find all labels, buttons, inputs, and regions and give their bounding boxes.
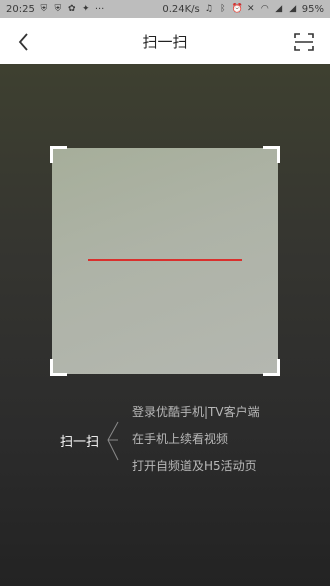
bracket-icon bbox=[107, 421, 119, 461]
camera-view: 扫一扫 登录优酷手机|TV客户端 在手机上续看视频 打开自频道及H5活动页 bbox=[0, 64, 330, 586]
scan-image-button[interactable] bbox=[292, 30, 316, 54]
hint-item: 登录优酷手机|TV客户端 bbox=[132, 405, 260, 419]
chevron-left-icon bbox=[18, 33, 28, 51]
frame-corner bbox=[263, 146, 280, 163]
more-notifications: ··· bbox=[94, 3, 105, 15]
page-title: 扫一扫 bbox=[142, 32, 188, 51]
shield-icon: ⛨ bbox=[40, 4, 48, 14]
frame-corner bbox=[50, 146, 67, 163]
status-bar: 20:25 ⛨ ⛨ ✿ ✦ ··· 0.24K/s ♫ ᛒ ⏰ ✕ ◠ ◢ ◢ … bbox=[0, 0, 330, 18]
back-button[interactable] bbox=[12, 30, 36, 54]
hint-label: 扫一扫 bbox=[60, 435, 100, 450]
wifi-icon: ◠ bbox=[260, 4, 269, 14]
battery-level: 95% bbox=[301, 3, 324, 15]
network-speed: 0.24K/s bbox=[162, 3, 200, 15]
nav-bar: 扫一扫 bbox=[0, 18, 330, 64]
alarm-icon: ⏰ bbox=[231, 4, 243, 14]
signal-icon: ◢ bbox=[275, 4, 283, 14]
signal-icon: ◢ bbox=[289, 4, 297, 14]
headphones-icon: ♫ bbox=[204, 4, 213, 14]
status-time: 20:25 bbox=[6, 3, 35, 15]
scan-frame bbox=[50, 146, 280, 376]
colorful-app-icon: ✦ bbox=[82, 4, 90, 14]
scan-icon bbox=[294, 33, 314, 51]
mute-icon: ✕ bbox=[246, 4, 255, 14]
hint-item: 在手机上续看视频 bbox=[132, 432, 229, 446]
scan-line bbox=[88, 259, 242, 261]
app-icon: ✿ bbox=[68, 4, 76, 14]
bluetooth-icon: ᛒ bbox=[220, 4, 226, 14]
hint-item: 打开自频道及H5活动页 bbox=[132, 459, 257, 473]
frame-corner bbox=[50, 359, 67, 376]
shield-icon: ⛨ bbox=[54, 4, 62, 14]
hint-list: 登录优酷手机|TV客户端 在手机上续看视频 打开自频道及H5活动页 bbox=[132, 404, 260, 485]
frame-corner bbox=[263, 359, 280, 376]
